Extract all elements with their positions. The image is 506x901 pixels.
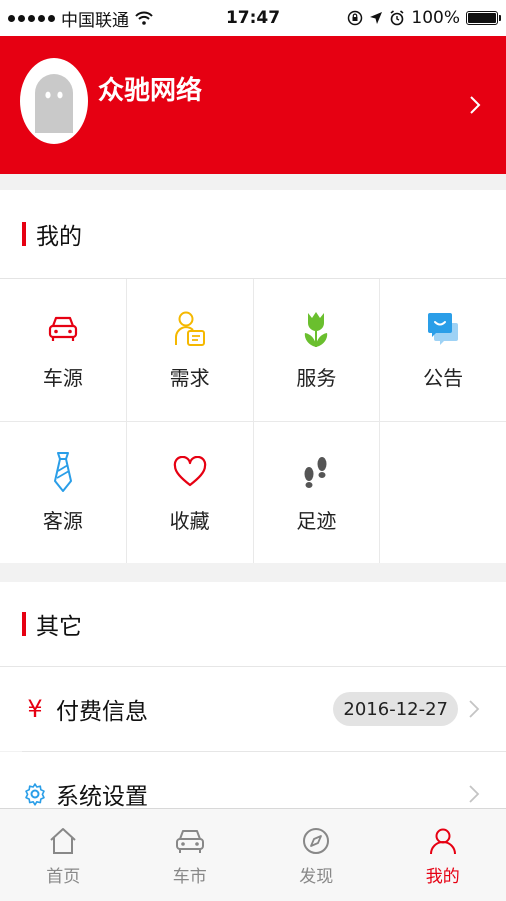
car-market-icon — [173, 824, 207, 858]
grid-item-label: 需求 — [170, 362, 210, 391]
compass-icon — [299, 824, 333, 858]
battery-percent: 100% — [411, 8, 460, 28]
yen-icon: ¥ — [22, 695, 48, 723]
grid-empty-cell — [380, 422, 506, 564]
tab-home[interactable]: 首页 — [0, 809, 127, 901]
grid-item-footprints[interactable]: 足迹 — [254, 422, 380, 564]
my-grid: 车源 需求 服务 — [0, 278, 506, 563]
payment-date-badge: 2016-12-27 — [333, 692, 458, 726]
section-marker — [22, 222, 26, 246]
avatar[interactable] — [20, 58, 88, 144]
my-section-header: 我的 — [0, 190, 506, 278]
tab-bar: 首页 车市 发现 我的 — [0, 808, 506, 901]
system-settings-label: 系统设置 — [56, 777, 148, 811]
location-icon — [369, 11, 383, 25]
gear-icon — [22, 782, 48, 806]
grid-item-label: 收藏 — [170, 505, 210, 534]
home-icon — [46, 824, 80, 858]
other-section-header: 其它 — [0, 582, 506, 666]
status-left: 中国联通 — [8, 6, 153, 31]
grid-item-car-source[interactable]: 车源 — [0, 279, 126, 421]
tab-car-market[interactable]: 车市 — [127, 809, 254, 901]
chevron-right-icon — [468, 784, 480, 804]
my-section-title: 我的 — [36, 217, 82, 251]
profile-header[interactable]: 众驰网络 — [0, 36, 506, 174]
footprint-icon — [296, 451, 336, 493]
grid-item-service[interactable]: 服务 — [254, 279, 380, 421]
rotation-lock-icon — [347, 10, 363, 26]
battery-icon — [466, 11, 498, 25]
grid-item-favorites[interactable]: 收藏 — [127, 422, 253, 564]
tab-label: 我的 — [426, 862, 460, 887]
signal-icon — [8, 15, 55, 22]
tab-discover[interactable]: 发现 — [253, 809, 380, 901]
heart-icon — [170, 451, 210, 493]
wifi-icon — [135, 11, 153, 25]
tab-label: 首页 — [46, 862, 80, 887]
tab-mine[interactable]: 我的 — [380, 809, 506, 901]
username: 众驰网络 — [98, 70, 202, 107]
payment-info-row[interactable]: ¥ 付费信息 2016-12-27 — [0, 667, 506, 751]
grid-item-label: 客源 — [43, 505, 83, 534]
person-list-icon — [170, 308, 210, 350]
section-marker — [22, 612, 26, 636]
grid-item-label: 服务 — [296, 362, 336, 391]
grid-item-announcement[interactable]: 公告 — [380, 279, 506, 421]
grid-item-label: 车源 — [43, 362, 83, 391]
tab-label: 发现 — [299, 862, 333, 887]
status-bar: 中国联通 17:47 100% — [0, 0, 506, 36]
grid-item-customer-source[interactable]: 客源 — [0, 422, 126, 564]
other-section-title: 其它 — [36, 607, 82, 641]
tie-icon — [43, 451, 83, 493]
grid-item-label: 公告 — [423, 362, 463, 391]
chevron-right-icon[interactable] — [468, 94, 482, 116]
default-avatar-icon — [29, 67, 79, 135]
user-icon — [426, 824, 460, 858]
status-right: 100% — [347, 8, 498, 28]
flower-icon — [296, 308, 336, 350]
grid-item-demand[interactable]: 需求 — [127, 279, 253, 421]
carrier-name: 中国联通 — [61, 6, 129, 31]
car-icon — [43, 308, 83, 350]
chat-icon — [423, 308, 463, 350]
grid-item-label: 足迹 — [296, 505, 336, 534]
payment-info-label: 付费信息 — [56, 692, 148, 726]
chevron-right-icon — [468, 699, 480, 719]
tab-label: 车市 — [173, 862, 207, 887]
alarm-icon — [389, 10, 405, 26]
